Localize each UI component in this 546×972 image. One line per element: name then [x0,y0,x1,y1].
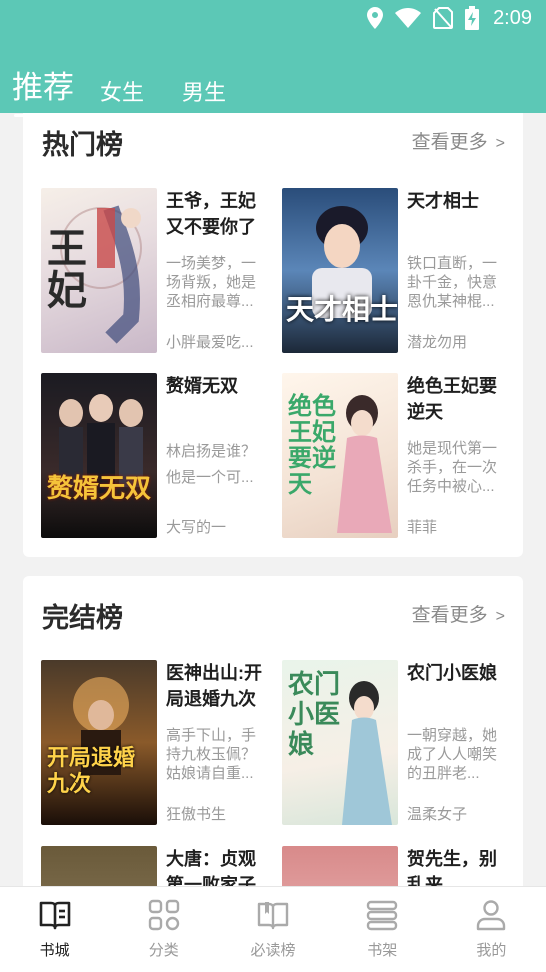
view-more-label: 查看更多 [411,605,488,626]
status-time: 2:09 [493,6,532,29]
book-author: 菲菲 [407,519,438,536]
location-icon [367,7,384,29]
book-description: 她是现代第一杀手，在一次任务中被心... [407,440,498,495]
book-cover: 开局退婚九次 [41,660,157,825]
book-title: 农门小医娘 [407,663,497,683]
bottom-navigation: 书城 分类 必读榜 书架 我的 [0,886,546,972]
book-cover: 赘婿无双 [41,373,157,538]
book-author: 大写的一 [166,519,227,536]
book-card[interactable]: 贺先生，别乱来 [282,846,512,886]
book-card[interactable]: 赘婿无双 赘婿无双 林启扬是谁？ 他是一个可... 大写的一 [41,373,271,538]
cover-title: 王妃 [47,225,87,314]
book-author: 狂傲书生 [166,806,227,823]
app-header: 2:09 推荐 女生 男生 [0,0,546,117]
book-card[interactable]: 开局退婚九次 医神出山:开局退婚九次 高手下山，手持九枚玉佩？姑娘请自重... … [41,660,271,825]
bookshelf-icon [367,900,398,931]
book-cover [282,846,398,886]
nav-label: 书架 [367,942,398,959]
cover-title: 天才相士 [286,293,398,326]
book-author: 潜龙勿用 [407,334,468,351]
book-cover: 农门小医娘 [282,660,398,825]
book-cover: 王妃 [41,188,157,353]
nav-bookshelf[interactable]: 书架 [328,887,437,972]
book-description: 林启扬是谁？ 他是一个可... [166,443,257,486]
nav-category[interactable]: 分类 [109,887,218,972]
book-cover [41,846,157,886]
tab-female[interactable]: 女生 [100,75,144,107]
nav-profile[interactable]: 我的 [437,887,546,972]
book-title: 赘婿无双 [166,376,238,396]
book-description: 高手下山，手持九枚玉佩？姑娘请自重... [166,727,257,782]
wifi-icon [395,8,422,28]
bookstore-icon [39,901,70,930]
book-title: 天才相士 [407,191,479,211]
book-card[interactable]: 天才相士 天才相士 铁口直断，一卦千金，快意恩仇某神棍... 潜龙勿用 [282,188,512,353]
book-title: 王爷，王妃又不要你了 [166,191,256,237]
book-card[interactable]: 大唐：贞观第一败家子 [41,846,271,886]
nav-label: 分类 [148,942,179,959]
completed-list-section: 完结榜 查看更多 > 开局退婚九次 医神出山:开局退婚九次 高手下山，手持九枚玉佩… [23,576,523,886]
book-cover: 天才相士 [282,188,398,353]
cover-title: 开局退婚九次 [47,745,136,797]
book-author: 温柔女子 [407,806,468,823]
view-more-link[interactable]: 查看更多 > [412,600,505,627]
book-card[interactable]: 农门小医娘 农门小医娘 一朝穿越，她成了人人嘲笑的丑胖老... 温柔女子 [282,660,512,825]
chevron-right-icon: > [495,135,505,152]
book-title: 绝色王妃要逆天 [407,376,497,422]
book-description: 一场美梦，一场背叛，她是丞相府最尊... [166,255,257,310]
nav-label: 必读榜 [250,942,296,959]
hot-list-section: 热门榜 查看更多 > 王妃 王爷，王妃又不要你了 一场美梦，一场背叛，她是丞相府最… [23,113,523,557]
book-description: 一朝穿越，她成了人人嘲笑的丑胖老... [407,727,498,782]
nav-label: 书城 [39,942,70,959]
status-bar: 2:09 [0,0,546,38]
no-sim-icon [433,7,454,29]
section-title: 完结榜 [42,603,123,633]
book-description: 铁口直断，一卦千金，快意恩仇某神棍... [407,255,498,310]
book-title: 贺先生，别乱来 [407,849,497,886]
nav-must-read[interactable]: 必读榜 [218,887,327,972]
cover-title: 农门小医娘 [288,670,341,760]
category-icon [148,899,179,931]
book-cover: 绝色王妃要逆天 [282,373,398,538]
book-title: 大唐：贞观第一败家子 [166,849,256,886]
view-more-link[interactable]: 查看更多 > [412,127,505,154]
must-read-icon [257,902,289,930]
book-card[interactable]: 王妃 王爷，王妃又不要你了 一场美梦，一场背叛，她是丞相府最尊... 小胖最爱吃… [41,188,271,353]
view-more-label: 查看更多 [411,132,488,153]
category-tabs: 推荐 女生 男生 [12,62,264,117]
profile-icon [477,900,506,931]
section-title: 热门榜 [42,130,123,160]
main-content[interactable]: 热门榜 查看更多 > 王妃 王爷，王妃又不要你了 一场美梦，一场背叛，她是丞相府最… [0,113,546,886]
tab-recommend[interactable]: 推荐 [12,62,74,117]
cover-title: 绝色王妃要逆天 [288,391,336,498]
cover-title: 赘婿无双 [47,474,152,504]
book-card[interactable]: 绝色王妃要逆天 绝色王妃要逆天 她是现代第一杀手，在一次任务中被心... 菲菲 [282,373,512,538]
book-title: 医神出山:开局退婚九次 [166,663,262,709]
battery-charging-icon [465,6,480,30]
tab-male[interactable]: 男生 [182,75,226,107]
nav-bookstore[interactable]: 书城 [0,887,109,972]
nav-label: 我的 [476,942,507,959]
book-author: 小胖最爱吃... [166,334,254,351]
chevron-right-icon: > [495,608,505,625]
